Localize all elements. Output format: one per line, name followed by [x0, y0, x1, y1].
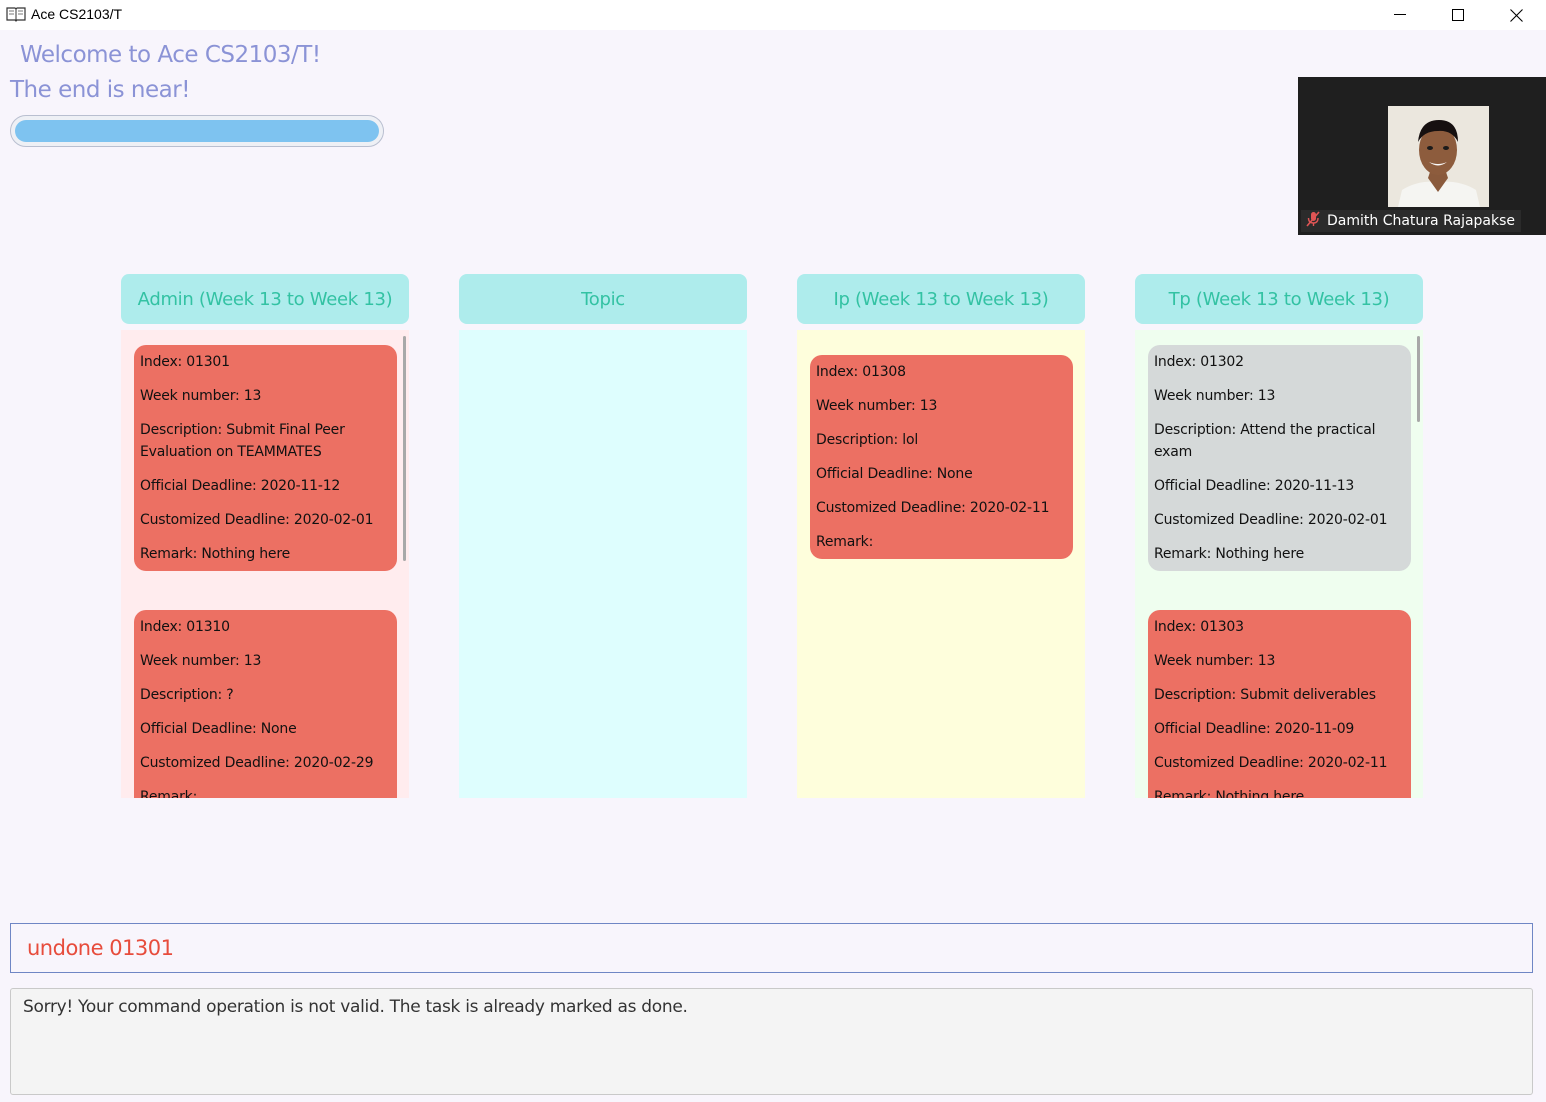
welcome-text: Welcome to Ace CS2103/T!: [20, 42, 321, 68]
window-title: Ace CS2103/T: [31, 6, 123, 22]
task-index: Index: 01303: [1154, 619, 1244, 635]
column-list-topic[interactable]: [459, 330, 747, 798]
task-week: Week number: 13: [816, 398, 938, 414]
task-week: Week number: 13: [140, 388, 262, 404]
task-description: Description: Attend the practical exam: [1154, 422, 1376, 460]
maximize-icon: [1452, 9, 1464, 21]
task-description: Description: ?: [140, 687, 234, 703]
minimize-button[interactable]: [1371, 0, 1429, 30]
task-week: Week number: 13: [140, 653, 262, 669]
task-official-deadline: Official Deadline: None: [816, 466, 973, 482]
task-official-deadline: Official Deadline: None: [140, 721, 297, 737]
column-header-topic: Topic: [459, 274, 747, 324]
task-description: Description: Submit deliverables: [1154, 687, 1376, 703]
column-header-tp: Tp (Week 13 to Week 13): [1135, 274, 1423, 324]
task-official-deadline: Official Deadline: 2020-11-13: [1154, 478, 1355, 494]
task-card[interactable]: Index: 01308 Week number: 13 Description…: [810, 355, 1073, 559]
mic-muted-icon: [1305, 211, 1321, 231]
task-index: Index: 01310: [140, 619, 230, 635]
result-display: Sorry! Your command operation is not val…: [10, 988, 1533, 1095]
task-description: Description: Submit Final Peer Evaluatio…: [140, 422, 345, 460]
task-customized-deadline: Customized Deadline: 2020-02-11: [816, 500, 1050, 516]
task-description: Description: lol: [816, 432, 919, 448]
maximize-button[interactable]: [1429, 0, 1487, 30]
task-week: Week number: 13: [1154, 388, 1276, 404]
task-customized-deadline: Customized Deadline: 2020-02-29: [140, 755, 374, 771]
column-list-ip[interactable]: Index: 01308 Week number: 13 Description…: [797, 330, 1085, 798]
task-card[interactable]: Index: 01302 Week number: 13 Description…: [1148, 345, 1411, 571]
column-scrollbar[interactable]: [403, 336, 406, 561]
task-card[interactable]: Index: 01310 Week number: 13 Description…: [134, 610, 397, 798]
title-bar: Ace CS2103/T: [0, 0, 1546, 30]
participant-name: Damith Chatura Rajapakse: [1327, 213, 1516, 229]
task-card[interactable]: Index: 01303 Week number: 13 Description…: [1148, 610, 1411, 798]
minimize-icon: [1394, 14, 1406, 15]
close-icon: [1509, 8, 1523, 22]
task-index: Index: 01301: [140, 354, 230, 370]
task-official-deadline: Official Deadline: 2020-11-09: [1154, 721, 1355, 737]
task-customized-deadline: Customized Deadline: 2020-02-01: [140, 512, 374, 528]
participant-avatar: [1388, 106, 1489, 207]
task-week: Week number: 13: [1154, 653, 1276, 669]
column-scrollbar[interactable]: [1417, 336, 1420, 422]
command-box: [10, 923, 1533, 973]
task-remark: Remark: Nothing here: [1154, 789, 1305, 798]
command-input[interactable]: [11, 924, 1532, 972]
subtitle-text: The end is near!: [10, 77, 190, 103]
task-index: Index: 01302: [1154, 354, 1244, 370]
task-remark: Remark: Nothing here: [1154, 546, 1305, 562]
progress-bar: [10, 115, 384, 147]
progress-fill: [15, 120, 379, 142]
book-icon: [6, 6, 26, 22]
column-list-tp[interactable]: Index: 01302 Week number: 13 Description…: [1135, 330, 1423, 798]
participant-name-tag: Damith Chatura Rajapakse: [1301, 210, 1522, 232]
column-list-admin[interactable]: Index: 01301 Week number: 13 Description…: [121, 330, 409, 798]
task-remark: Remark:: [816, 534, 874, 550]
task-remark: Remark: Nothing here: [140, 546, 291, 562]
task-card[interactable]: Index: 01301 Week number: 13 Description…: [134, 345, 397, 571]
column-header-ip: Ip (Week 13 to Week 13): [797, 274, 1085, 324]
task-official-deadline: Official Deadline: 2020-11-12: [140, 478, 341, 494]
column-header-admin: Admin (Week 13 to Week 13): [121, 274, 409, 324]
video-call-overlay[interactable]: Damith Chatura Rajapakse: [1298, 77, 1546, 235]
task-customized-deadline: Customized Deadline: 2020-02-11: [1154, 755, 1388, 771]
task-index: Index: 01308: [816, 364, 906, 380]
task-remark: Remark:: [140, 789, 198, 798]
close-button[interactable]: [1487, 0, 1545, 30]
task-customized-deadline: Customized Deadline: 2020-02-01: [1154, 512, 1388, 528]
